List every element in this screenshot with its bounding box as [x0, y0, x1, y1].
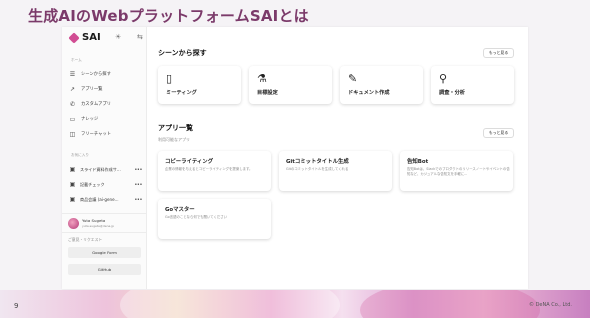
- scene-card-goal-setting[interactable]: ⚗ 目標設定: [249, 66, 332, 104]
- app-icon: ▣: [69, 196, 76, 203]
- scene-card-document[interactable]: ✎ ドキュメント作成: [340, 66, 423, 104]
- app-card-description: Go言語のことなら何でも聞いてください: [165, 215, 228, 219]
- app-card[interactable]: Goマスター Go言語のことなら何でも聞いてください: [158, 199, 271, 239]
- scene-card-label: ミーティング: [166, 90, 197, 96]
- edit-document-icon: ✎: [348, 72, 358, 85]
- logo-row: SAI ☀ ⇆: [68, 32, 144, 46]
- scene-card-meeting[interactable]: ▯ ミーティング: [158, 66, 241, 104]
- google-form-button[interactable]: Google Form: [68, 247, 141, 258]
- more-options-icon[interactable]: •••: [134, 182, 142, 188]
- list-search-icon: ☰: [69, 70, 76, 78]
- logo-text: SAI: [82, 32, 101, 43]
- favorite-label: 商品会議 (ai-gene...: [80, 196, 119, 202]
- feedback-label: ご意見・リクエスト: [68, 237, 103, 242]
- scenes-more-button[interactable]: もっと見る: [483, 48, 514, 58]
- sidebar-item-label: フリーチャット: [81, 132, 112, 137]
- scene-card-label: 目標設定: [257, 90, 278, 96]
- main-content: シーンから探す もっと見る ▯ ミーティング ⚗ 目標設定 ✎ ドキュメント作成…: [147, 27, 528, 289]
- sai-logo-icon: [68, 32, 80, 44]
- collapse-sidebar-icon[interactable]: ⇆: [137, 33, 143, 41]
- page-number: 9: [14, 302, 19, 310]
- app-card-title: Goマスター: [165, 207, 195, 213]
- phone-icon: ✆: [69, 100, 76, 108]
- door-icon: ▯: [166, 72, 173, 85]
- sidebar-home-label: ホーム: [71, 58, 82, 62]
- apps-more-button[interactable]: もっと見る: [483, 128, 514, 138]
- sidebar-favorites-label: お気に入り: [71, 153, 89, 157]
- app-icon: ▣: [69, 181, 76, 188]
- scene-card-label: ドキュメント作成: [348, 90, 390, 96]
- scene-card-label: 調査・分析: [439, 90, 465, 96]
- decorative-banner: [0, 290, 590, 318]
- app-card-title: 告知Bot: [407, 159, 429, 165]
- chat-icon: ◫: [69, 130, 76, 138]
- folder-icon: ▭: [69, 115, 76, 123]
- favorite-label: スライド資料作成サ...: [80, 166, 121, 172]
- more-options-icon[interactable]: •••: [134, 167, 142, 173]
- sai-app-window: SAI ☀ ⇆ ホーム ☰ シーンから探す ↗ アプリ一覧 ✆ カスタムアプリ …: [62, 27, 528, 289]
- sidebar-item-knowledge[interactable]: ▭ ナレッジ: [69, 113, 143, 125]
- sidebar-item-label: アプリ一覧: [81, 87, 103, 92]
- user-profile[interactable]: Yuta Sugeta yuta.sugeta@dena.jp: [62, 213, 147, 233]
- apps-section-subtitle: 利用可能なアプリ: [158, 137, 190, 142]
- scene-card-research[interactable]: ⚲ 調査・分析: [431, 66, 514, 104]
- beaker-icon: ⚲: [439, 72, 448, 85]
- favorite-item[interactable]: ▣ 記載チェック •••: [69, 179, 143, 190]
- sidebar-item-label: ナレッジ: [81, 117, 99, 122]
- sidebar: SAI ☀ ⇆ ホーム ☰ シーンから探す ↗ アプリ一覧 ✆ カスタムアプリ …: [62, 27, 147, 289]
- sidebar-item-scenes[interactable]: ☰ シーンから探す: [69, 68, 143, 80]
- app-icon: ▣: [69, 166, 76, 173]
- favorite-item[interactable]: ▣ スライド資料作成サ... •••: [69, 164, 143, 175]
- favorite-label: 記載チェック: [80, 181, 105, 187]
- sidebar-item-custom-apps[interactable]: ✆ カスタムアプリ: [69, 98, 143, 110]
- avatar: [68, 218, 79, 229]
- trend-icon: ↗: [69, 85, 76, 93]
- more-options-icon[interactable]: •••: [134, 197, 142, 203]
- app-card-title: Gitコミットタイトル生成: [286, 159, 349, 165]
- sidebar-item-free-chat[interactable]: ◫ フリーチャット: [69, 128, 143, 140]
- app-card[interactable]: コピーライティング 企業の情報を与えるとコピーライティングを提案します。: [158, 151, 271, 191]
- user-email: yuta.sugeta@dena.jp: [82, 224, 115, 228]
- sidebar-item-label: カスタムアプリ: [81, 102, 112, 107]
- flask-icon: ⚗: [257, 72, 267, 85]
- app-card[interactable]: Gitコミットタイトル生成 Gitのコミットタイトルを生成してくれる: [279, 151, 392, 191]
- copyright: © DeNA Co., Ltd.: [528, 302, 572, 308]
- github-button[interactable]: GitHub: [68, 264, 141, 275]
- slide-title: 生成AIのWebプラットフォームSAIとは: [28, 7, 309, 25]
- app-card-description: 企業の情報を与えるとコピーライティングを提案します。: [165, 167, 253, 171]
- user-name: Yuta Sugeta: [82, 218, 106, 223]
- favorite-item[interactable]: ▣ 商品会議 (ai-gene... •••: [69, 194, 143, 205]
- sidebar-item-apps[interactable]: ↗ アプリ一覧: [69, 83, 143, 95]
- app-card-description: 告知Botは、Slackでのプロダクトのリリースノートやイベントの告知など、カジ…: [407, 167, 510, 176]
- sidebar-item-label: シーンから探す: [81, 72, 111, 77]
- app-card-title: コピーライティング: [165, 159, 214, 165]
- scenes-section-title: シーンから探す: [158, 49, 207, 57]
- app-card-description: Gitのコミットタイトルを生成してくれる: [286, 167, 349, 171]
- app-card[interactable]: 告知Bot 告知Botは、Slackでのプロダクトのリリースノートやイベントの告…: [400, 151, 513, 191]
- theme-toggle-icon[interactable]: ☀: [115, 33, 121, 41]
- apps-section-title: アプリ一覧: [158, 124, 193, 132]
